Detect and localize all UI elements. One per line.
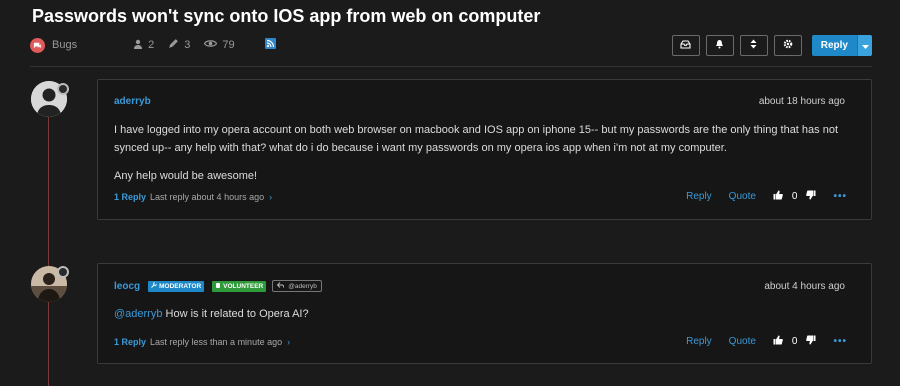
pencil-icon [168,38,179,52]
post-footer: 1 Reply Last reply about 4 hours ago › R… [114,190,847,203]
post-timeline-line [48,110,49,386]
post-paragraph: I have logged into my opera account on b… [114,124,839,154]
chat-bubbles-icon [30,37,45,53]
topic-stats: 2 3 79 [133,38,276,52]
volunteer-label: VOLUNTEER [223,282,264,290]
caret-down-icon [861,36,869,54]
replies-link[interactable]: 1 Reply [114,337,146,347]
inbox-button[interactable] [671,34,700,56]
post-header: aderryb about 18 hours ago [114,96,845,107]
last-reply-text: Last reply about 4 hours ago [150,191,265,202]
eye-icon [204,39,218,51]
topic-title: Passwords won't sync onto IOS app from w… [32,6,541,26]
topic-meta-bar: Bugs 2 3 79 Reply [30,34,872,56]
reply-dropdown-toggle[interactable] [857,34,872,56]
replies-link[interactable]: 1 Reply [114,192,146,202]
vote-count: 0 [791,336,798,347]
in-reply-to-label: @aderryb [288,282,317,290]
wrench-icon [151,282,158,290]
rss-icon [264,38,276,52]
watch-button[interactable] [705,34,734,56]
online-status-indicator [57,266,69,278]
last-reply-text: Last reply less than a minute ago [150,336,283,347]
post-actions: Reply Quote 0 ••• [686,190,847,203]
author-link[interactable]: leocg [114,281,140,292]
category-label: Bugs [52,39,78,51]
bell-icon [715,36,724,54]
posters-count: 2 [148,39,155,51]
thumbs-up-icon [773,190,783,203]
post-header: leocg MODERATOR VOLUNTEER @aderryb about… [114,280,845,292]
vote-count: 0 [791,191,798,202]
reply-link[interactable]: Reply [686,191,712,202]
upvote-button[interactable] [773,190,783,203]
post-content: I have logged into my opera account on b… [114,121,847,195]
moderator-label: MODERATOR [159,282,202,290]
more-options-icon[interactable]: ••• [833,336,847,347]
post-text: How is it related to Opera AI? [162,308,309,320]
tools-button[interactable] [773,34,802,56]
sort-button[interactable] [739,34,768,56]
post-timestamp[interactable]: about 4 hours ago [764,281,845,292]
more-options-icon[interactable]: ••• [833,191,847,202]
posts-stat: 3 [168,38,190,52]
reply-button[interactable]: Reply [811,34,857,56]
chevron-right-icon[interactable]: › [269,192,272,202]
hand-icon [215,282,221,290]
gear-icon [783,36,793,54]
header-divider [30,66,872,67]
volunteer-badge[interactable]: VOLUNTEER [212,280,267,292]
quote-link[interactable]: Quote [729,191,756,202]
post-content: @aderryb How is it related to Opera AI? [114,305,847,333]
rss-link[interactable] [264,38,276,52]
downvote-button[interactable] [806,190,816,203]
category-link[interactable]: Bugs [30,37,78,53]
thumbs-down-icon [806,190,816,203]
reply-arrow-icon [277,282,285,290]
quote-link[interactable]: Quote [729,336,756,347]
thumbs-down-icon [806,335,816,348]
downvote-button[interactable] [806,335,816,348]
posters-stat: 2 [133,39,154,52]
topic-toolbar: Reply [671,34,872,56]
online-status-indicator [57,83,69,95]
views-stat: 79 [204,39,235,51]
reply-link[interactable]: Reply [686,336,712,347]
moderator-badge[interactable]: MODERATOR [148,280,205,292]
in-reply-to-link[interactable]: @aderryb [272,280,322,292]
sort-icon [750,36,757,54]
chevron-right-icon[interactable]: › [287,337,290,347]
posts-count: 3 [184,39,191,51]
post-2: leocg MODERATOR VOLUNTEER @aderryb about… [97,263,872,364]
post-1: aderryb about 18 hours ago I have logged… [97,79,872,220]
post-footer: 1 Reply Last reply less than a minute ag… [114,335,847,348]
post-actions: Reply Quote 0 ••• [686,335,847,348]
upvote-button[interactable] [773,335,783,348]
views-count: 79 [222,39,235,51]
author-link[interactable]: aderryb [114,96,151,107]
user-mention-link[interactable]: @aderryb [114,308,162,320]
thumbs-up-icon [773,335,783,348]
reply-button-group: Reply [811,34,872,56]
post-paragraph: Any help would be awesome! [114,170,258,182]
user-icon [133,39,143,52]
post-timestamp[interactable]: about 18 hours ago [759,96,845,107]
inbox-icon [680,36,691,54]
